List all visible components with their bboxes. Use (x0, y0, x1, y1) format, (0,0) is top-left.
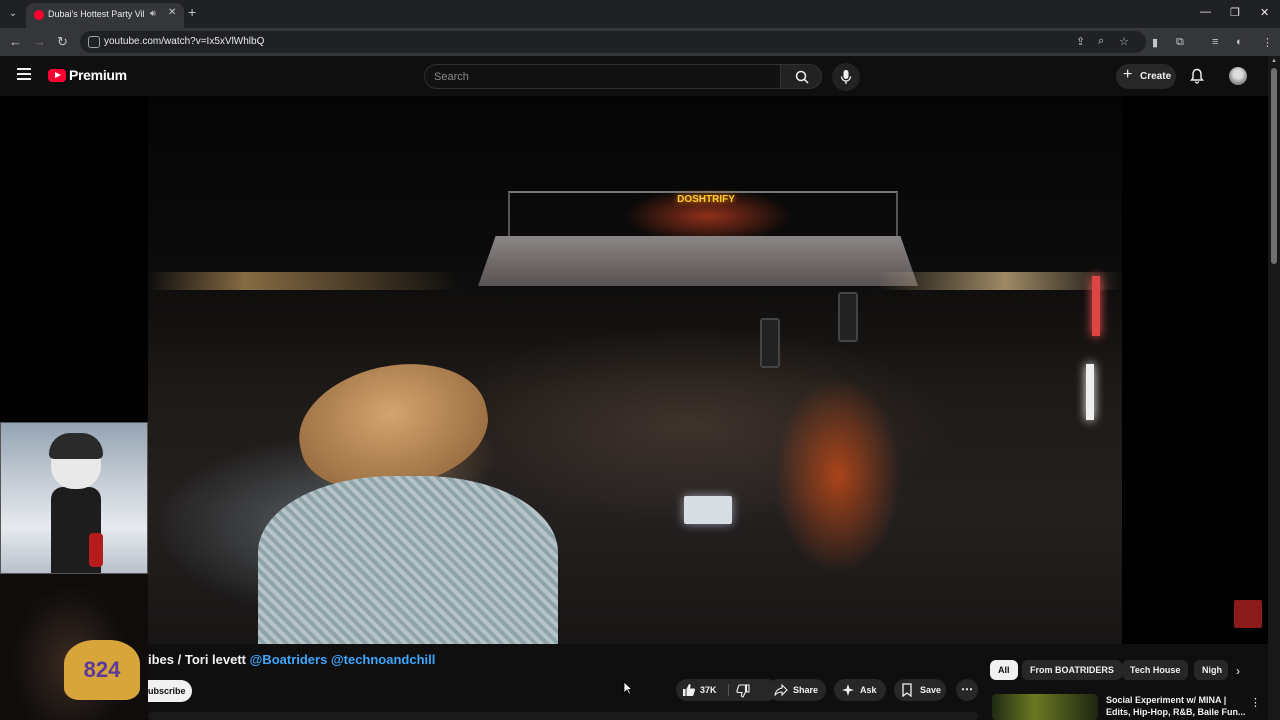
recommendation-more-icon[interactable]: ⋮ (1250, 696, 1261, 709)
install-app-icon[interactable]: ⇪ (1076, 35, 1085, 48)
like-thumb-icon[interactable] (682, 683, 696, 697)
red-light (1092, 276, 1100, 336)
youtube-logo-icon (48, 69, 66, 82)
youtube-header: Premium Search + Create (0, 56, 1280, 96)
dislike-thumb-icon[interactable] (736, 684, 750, 698)
address-bar[interactable]: youtube.com/watch?v=Ix5xVlWhlbQ ⇪ ⌕ ☆ (80, 31, 1146, 53)
account-avatar[interactable] (1229, 67, 1247, 85)
chevron-right-icon[interactable]: › (1236, 664, 1240, 678)
create-button[interactable]: + Create (1116, 64, 1176, 89)
share-button[interactable]: Share (768, 679, 826, 701)
minimize-icon[interactable]: — (1200, 6, 1211, 18)
scrollbar-thumb[interactable] (1271, 68, 1277, 264)
window-close-icon[interactable]: ✕ (1260, 6, 1269, 19)
mention-link-technoandchill[interactable]: @technoandchill (331, 652, 435, 667)
zoom-icon[interactable]: ⌕ (1098, 35, 1104, 48)
chip-nightlife[interactable]: Nigh (1194, 660, 1228, 680)
profile-icon[interactable]: ◐ (1236, 36, 1243, 48)
scroll-up-icon[interactable]: ▲ (1271, 58, 1277, 64)
page-scrollbar[interactable]: ▲ (1268, 56, 1280, 720)
tab-close-icon[interactable]: ✕ (168, 7, 176, 18)
site-info-icon[interactable] (88, 36, 100, 48)
menu-icon[interactable] (17, 68, 31, 83)
subscribe-button[interactable]: ubscribe (148, 680, 192, 702)
streamer-webcam-overlay: 824 (0, 574, 148, 720)
like-divider (728, 684, 729, 696)
video-title: ibes / Tori levett @Boatriders @technoan… (148, 652, 435, 667)
phone-2 (838, 292, 858, 342)
related-chips: All From BOATRIDERS Tech House Nigh (988, 660, 1264, 680)
jersey-number: 824 (64, 640, 140, 700)
new-tab-icon[interactable]: + (188, 4, 196, 20)
player-letterbox-left (0, 96, 148, 422)
browser-tab[interactable]: Dubai's Hottest Party Vibe 🔊︎ ✕ (26, 3, 184, 28)
mention-link-boatriders[interactable]: @Boatriders (250, 652, 328, 667)
restore-icon[interactable]: ❐ (1230, 6, 1240, 19)
phone-1 (760, 318, 780, 368)
video-title-text: ibes / Tori levett (148, 652, 250, 667)
speaker-icon[interactable]: 🔊︎ (150, 8, 156, 19)
search-input[interactable]: Search (424, 64, 780, 89)
more-horizontal-icon: ⋯ (961, 682, 973, 696)
like-count[interactable]: 37K (700, 685, 717, 695)
more-actions-button[interactable]: ⋯ (956, 679, 978, 701)
video-player[interactable]: DOSHTRIFY (148, 96, 1122, 644)
save-button[interactable]: Save (894, 679, 946, 701)
save-label: Save (920, 685, 942, 695)
player-letterbox-right (1122, 96, 1268, 644)
patterned-shirt (258, 476, 558, 644)
puzzle-icon[interactable]: ⧉ (1176, 36, 1184, 49)
streamer-avatar-overlay (0, 422, 148, 574)
browser-menu-icon[interactable]: ⋮ (1262, 36, 1273, 49)
sparkle-icon (842, 684, 854, 696)
search-placeholder: Search (434, 71, 469, 83)
chip-tech-house[interactable]: Tech House (1122, 660, 1189, 680)
chip-all[interactable]: All (990, 660, 1018, 680)
avatar-beanie (49, 433, 103, 459)
dj-controller-screen (684, 496, 732, 524)
recommendation-thumbnail[interactable] (992, 694, 1098, 720)
forward-icon[interactable]: → (33, 34, 46, 49)
back-icon[interactable]: ← (9, 34, 22, 49)
create-label: Create (1140, 71, 1172, 82)
media-control-icon[interactable]: ≡ (1212, 36, 1218, 48)
browser-toolbar: ← → ↻ youtube.com/watch?v=Ix5xVlWhlbQ ⇪ … (0, 28, 1280, 56)
browser-tabbar: ⌄ Dubai's Hottest Party Vibe 🔊︎ ✕ + — ❐ … (0, 0, 1280, 28)
tab-search-icon[interactable]: ⌄ (4, 5, 22, 23)
like-dislike-group: 37K (676, 679, 778, 701)
reload-icon[interactable]: ↻ (57, 34, 68, 50)
ask-label: Ask (860, 685, 877, 695)
neon-sign: DOSHTRIFY (677, 194, 735, 205)
logo-text: Premium (69, 67, 127, 83)
recommendation-title[interactable]: Social Experiment w/ MINA | Edits, Hip-H… (1106, 694, 1246, 718)
youtube-favicon-icon (34, 10, 44, 20)
bookmark-icon (902, 683, 912, 697)
share-label: Share (793, 685, 819, 695)
search-button[interactable] (780, 64, 822, 89)
white-light (1086, 364, 1094, 420)
voice-search-button[interactable] (832, 63, 860, 91)
share-arrow-icon (774, 683, 788, 697)
notifications-bell-icon[interactable] (1190, 68, 1204, 89)
description-box-edge (148, 712, 978, 720)
plus-icon: + (1123, 66, 1133, 83)
url-text[interactable]: youtube.com/watch?v=Ix5xVlWhlbQ (104, 36, 264, 47)
chip-from-boatriders[interactable]: From BOATRIDERS (1022, 660, 1122, 680)
bookmark-star-icon[interactable]: ☆ (1119, 35, 1129, 48)
ask-button[interactable]: Ask (834, 679, 886, 701)
channel-watermark-icon[interactable] (1234, 600, 1262, 628)
avatar-sleeve (89, 533, 103, 567)
extension-icon[interactable]: ▮ (1152, 36, 1158, 49)
microphone-icon (840, 70, 852, 84)
tab-title: Dubai's Hottest Party Vibe (48, 9, 144, 19)
search-icon (795, 70, 809, 84)
city-skyline (148, 272, 1122, 290)
